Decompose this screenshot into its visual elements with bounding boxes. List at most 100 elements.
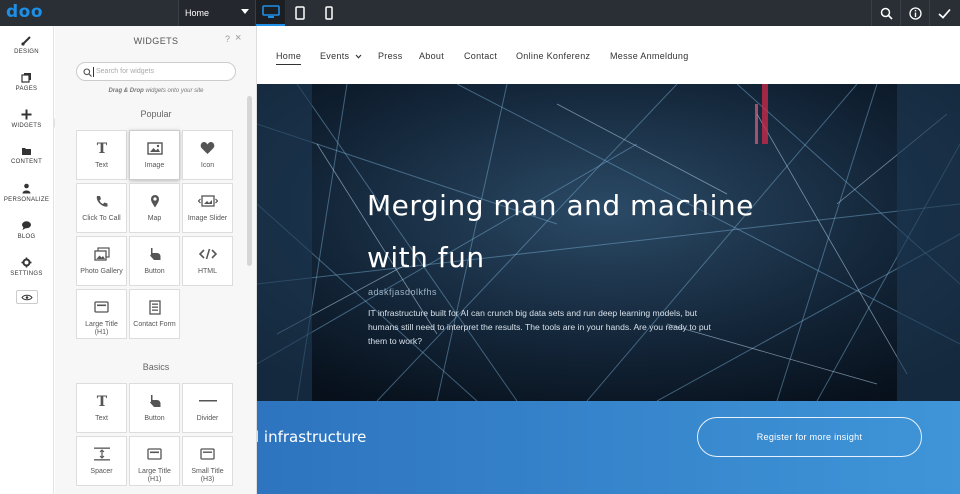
panel-scrollbar[interactable] [247,96,252,266]
svg-text:T: T [96,394,107,408]
widget-label: Contact Form [133,321,176,328]
search-placeholder: Search for widgets [96,68,154,75]
slider-icon [197,195,218,207]
widget-spacer[interactable]: Spacer [76,436,127,486]
spacer-icon [93,447,110,461]
widget-label: Button [144,415,165,422]
tablet-icon [294,6,305,20]
widget-label: Photo Gallery [80,268,123,275]
widgets-panel: WIDGETS ? × Search for widgets Drag & Dr… [55,26,257,494]
nav-item-online-konferenz[interactable]: Online Konferenz [516,51,590,61]
nav-item-messe-anmeldung[interactable]: Messe Anmeldung [610,51,689,61]
site-preview: Home Events Press About Contact Online K… [257,26,960,494]
page-select-value: Home [185,8,210,18]
widget-small-title[interactable]: Small Title (H3) [182,436,233,486]
widget-divider[interactable]: Divider [182,383,233,433]
hint-bold: Drag & Drop [108,88,144,94]
hero-title-line-2: with fun [367,241,485,274]
mobile-icon [324,6,333,20]
rail-item-personalize[interactable]: PERSONALIZE [0,174,53,211]
nav-item-contact[interactable]: Contact [464,51,497,61]
nav-events-label: Events [320,51,350,61]
plus-icon [21,109,32,119]
widget-large-title[interactable]: Large Title (H1) [129,436,180,486]
register-button[interactable]: Register for more insight [697,417,922,457]
preview-toggle-button[interactable] [15,290,38,304]
basic-widgets-grid: T Text Button Divider Spacer Large Title… [76,383,233,486]
rail-item-content[interactable]: CONTENT [0,137,53,174]
widget-label: Image Slider [187,215,228,222]
nav-item-about[interactable]: About [419,51,444,61]
widget-text[interactable]: T Text [76,130,127,180]
rail-item-label: BLOG [17,233,36,240]
search-icon [880,7,893,20]
rail-item-design[interactable]: DESIGN [0,26,53,63]
widget-search-input[interactable]: Search for widgets [76,62,236,81]
desktop-icon [261,5,280,18]
widget-label: Large Title (H1) [85,321,118,337]
widget-label: Text [95,162,108,169]
eye-icon [20,294,33,300]
widget-icon[interactable]: Icon [182,130,233,180]
widget-click-to-call[interactable]: Click To Call [76,183,127,233]
widget-large-title[interactable]: Large Title (H1) [76,289,127,339]
gallery-icon [93,247,110,261]
hint-rest: widgets onto your site [143,88,204,94]
rail-item-blog[interactable]: BLOG [0,211,53,248]
title-icon [94,301,109,313]
page-select-dropdown[interactable]: Home [178,0,256,26]
mobile-view-button[interactable] [314,0,343,26]
hero-title-line-1: Merging man and machine [367,189,754,222]
rail-item-widgets[interactable]: WIDGETS [0,100,53,137]
nav-item-press[interactable]: Press [378,51,403,61]
chat-icon [22,220,31,230]
pages-icon [21,72,31,83]
widget-label: Spacer [90,468,113,475]
widget-image-slider[interactable]: Image Slider [182,183,233,233]
person-icon [22,183,31,193]
gear-icon [21,257,32,267]
close-panel-button[interactable]: × [235,32,241,44]
nav-item-home[interactable]: Home [276,51,302,65]
rail-item-label: PERSONALIZE [3,196,50,203]
small-title-icon [200,448,215,460]
form-icon [148,299,161,315]
widget-button[interactable]: Button [129,236,180,286]
brush-icon [21,35,31,46]
widget-photo-gallery[interactable]: Photo Gallery [76,236,127,286]
widget-text[interactable]: T Text [76,383,127,433]
chevron-down-icon [355,54,362,59]
widget-contact-form[interactable]: Contact Form [129,289,180,339]
widget-map[interactable]: Map [129,183,180,233]
widget-label: Small Title (H3) [191,468,224,484]
hero-section: Merging man and machine with fun adskfja… [257,84,960,401]
pointer-hand-icon [149,395,160,407]
text-icon: T [96,394,107,408]
widget-image[interactable]: Image [129,130,180,180]
help-button[interactable]: ? [225,34,230,44]
widget-label: Divider [196,415,219,422]
widget-label: Map [147,215,162,222]
tablet-view-button[interactable] [285,0,314,26]
logo: doo [6,2,44,22]
nav-item-events[interactable]: Events [320,51,362,61]
divider-icon [198,400,217,402]
image-icon [146,141,163,155]
site-nav: Home Events Press About Contact Online K… [257,26,960,84]
publish-check-button[interactable] [929,0,958,26]
code-icon [198,248,217,260]
text-cursor [93,67,94,77]
chevron-down-icon [241,9,249,14]
widget-label: Button [144,268,165,275]
hero-title: Merging man and machine with fun [367,180,807,284]
info-button[interactable] [900,0,929,26]
svg-text:T: T [96,141,107,155]
text-icon: T [96,141,107,155]
rail-item-settings[interactable]: SETTINGS [0,248,53,285]
search-button[interactable] [871,0,900,26]
desktop-view-button[interactable] [256,0,285,26]
widget-html[interactable]: HTML [182,236,233,286]
widget-label: Image [144,162,165,169]
widget-button[interactable]: Button [129,383,180,433]
rail-item-pages[interactable]: PAGES [0,63,53,100]
